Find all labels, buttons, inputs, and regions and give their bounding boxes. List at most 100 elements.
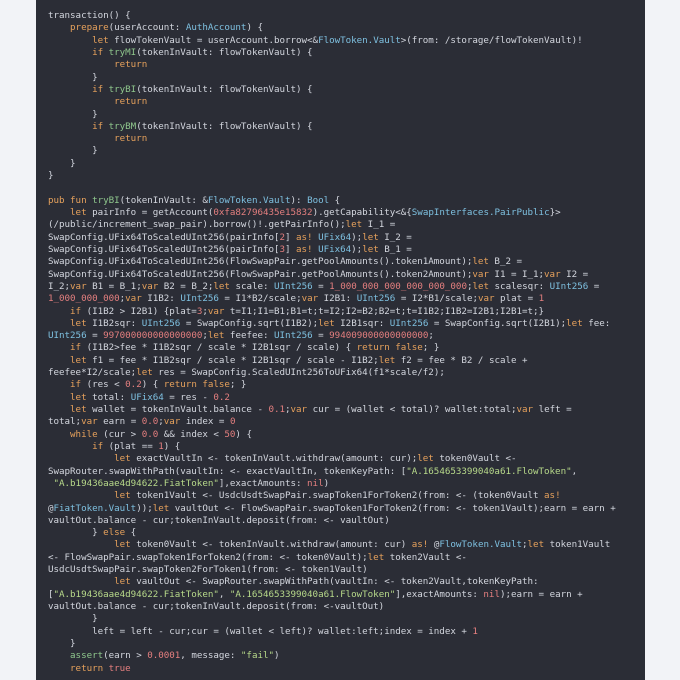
code-token: UInt256 [48, 330, 87, 342]
code-line: let exactVaultIn <- tokenInVault.withdra… [48, 453, 645, 465]
code-token: Bool [307, 194, 330, 206]
code-line: transaction() { [48, 10, 645, 22]
code-token: var [472, 268, 489, 280]
code-token: if [92, 120, 104, 132]
code-token: var [516, 404, 534, 415]
code-token: 1 [472, 625, 478, 637]
code-token: @ [428, 539, 440, 551]
code-token: ; } [229, 379, 247, 391]
code-token: UInt256 [180, 293, 219, 305]
code-token: var [141, 280, 159, 292]
code-token: 0.2 [125, 379, 142, 391]
code-token: let [378, 354, 396, 366]
code-token: I_1 = [362, 219, 396, 231]
code-token: left = [533, 404, 572, 415]
code-token: , message: [180, 650, 241, 662]
code-token: let [318, 317, 335, 329]
code-token: SwapConfig.UFix64ToScaledUInt256(FlowSwa… [48, 268, 473, 280]
code-token: total: [86, 391, 131, 403]
code-token: as! [296, 243, 313, 255]
code-token: I2B1: [318, 293, 357, 305]
code-token: I1 = I_1; [488, 268, 545, 280]
code-token: assert [70, 650, 104, 662]
code-token: vaultOut <- FlowSwapPair.swapToken1ForTo… [169, 502, 616, 514]
code-token: ) { [235, 428, 252, 440]
code-line: let token0Vault <- tokenInVault.withdraw… [48, 539, 645, 551]
code-token: SwapConfig.UFix64ToScaledUInt256(pairInf… [48, 243, 280, 255]
code-token: UInt256 [274, 330, 313, 342]
code-token: let [527, 539, 545, 551]
code-token: pub fun [48, 194, 87, 206]
code-line: let vaultOut <- SwapRouter.swapWithPath(… [48, 576, 645, 588]
code-token: plat = [494, 293, 539, 305]
code-token: let [362, 231, 379, 243]
code-token: var [163, 416, 181, 428]
code-token: ) [323, 477, 330, 489]
code-token: (plat == [103, 440, 159, 452]
code-token: = [312, 280, 330, 292]
code-line: } else { [48, 527, 645, 539]
code-token: let [114, 490, 131, 502]
code-token: "A.b19436aae4d94622.FiatToken" [53, 588, 219, 600]
code-line: vaultOut.balance - cur;tokenInVault.depo… [48, 601, 645, 613]
code-token: let [152, 502, 170, 514]
code-line: if (res < 0.2) { return false; } [48, 379, 645, 391]
code-token: UFix64 [318, 231, 352, 243]
code-line: left = left - cur;cur = (wallet < left)?… [48, 626, 645, 638]
code-token: SwapInterfaces.PairPublic [411, 207, 550, 218]
code-token: (userAccount: [108, 22, 186, 34]
code-token: var [207, 305, 225, 317]
code-token: ) [274, 650, 280, 662]
code-line: return [48, 59, 645, 71]
code-token: I_2 = [378, 231, 412, 243]
code-line: total;var earn = 0.0;var index = 0 [48, 416, 645, 428]
code-token: "A.1654653399040a61.FlowToken" [406, 465, 572, 477]
code-token: return [114, 59, 148, 71]
code-token: token0Vault <- [433, 453, 517, 465]
code-line: while (cur > 0.0 && index < 50) { [48, 429, 645, 441]
code-line: ["A.b19436aae4d94622.FiatToken", "A.1654… [48, 589, 645, 601]
code-block[interactable]: transaction() { prepare(userAccount: Aut… [48, 10, 645, 675]
code-token: let [367, 551, 385, 563]
code-editor[interactable]: transaction() { prepare(userAccount: Aut… [36, 0, 645, 680]
code-token: 0.0 [141, 428, 159, 440]
code-line: } [48, 72, 645, 84]
code-line: <- FlowSwapPair.swapToken1ForToken2(from… [48, 552, 645, 564]
code-token: (tokenInVault: flowTokenVault) { [136, 83, 313, 95]
code-token: (I1B2>fee * I1B2sqr / scale * I2B1sqr / … [81, 342, 357, 354]
code-token: var [477, 293, 495, 305]
code-token: I_2; [48, 280, 71, 292]
code-line: "A.b19436aae4d94622.FiatToken"],exactAmo… [48, 478, 645, 490]
code-token: let [213, 280, 230, 292]
code-line: } [48, 613, 645, 625]
code-token: SwapConfig.UFix64ToScaledUInt256(FlowSwa… [48, 256, 473, 268]
code-token: tryBI [108, 83, 137, 95]
code-token: I2 = [560, 268, 589, 280]
code-token: token1Vault <- UsdcUsdtSwapPair.swapToke… [130, 490, 545, 502]
code-token: return [70, 662, 104, 674]
code-token: 1_000_000_000 [48, 293, 120, 305]
code-token: )); [136, 502, 153, 514]
code-token: let [417, 453, 434, 465]
code-token: SwapConfig.UFix64ToScaledUInt256(pairInf… [48, 231, 280, 243]
code-token: let [345, 219, 363, 231]
code-token: FiatToken.Vault [53, 502, 137, 514]
code-token: let [114, 539, 131, 551]
code-token: UInt256 [274, 280, 313, 292]
code-token: var [81, 416, 98, 428]
code-token: = [86, 330, 104, 342]
code-token: var [125, 293, 142, 305]
code-token: fee: [582, 317, 611, 329]
code-token: && index < [158, 428, 225, 440]
code-token: let [207, 330, 225, 342]
